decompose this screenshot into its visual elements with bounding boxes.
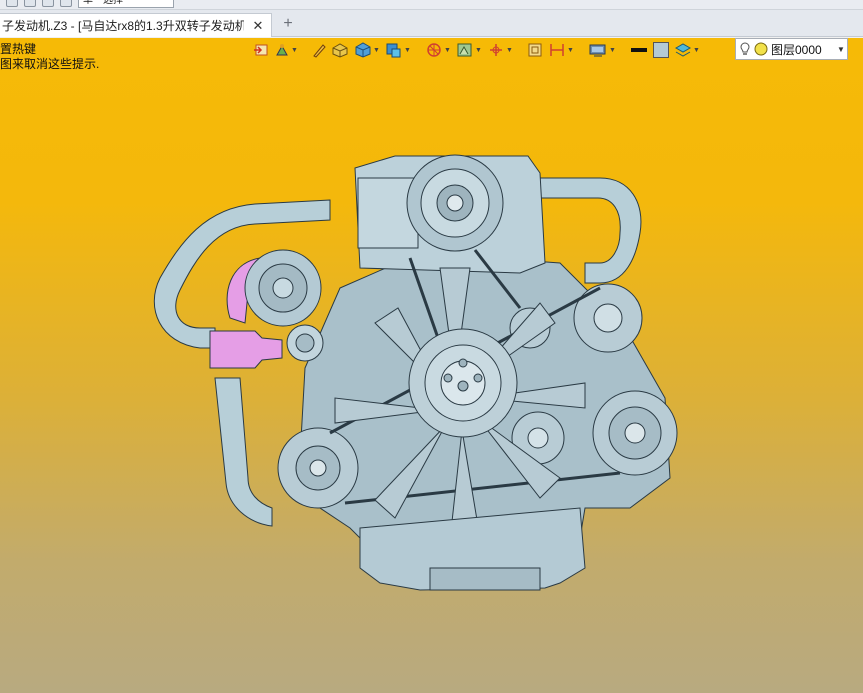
lower-pipe xyxy=(214,377,273,527)
pink-coupler xyxy=(209,330,283,369)
sump xyxy=(429,567,541,591)
document-tab-bar: 子发动机.Z3 - [马自达rx8的1.3升双转子发动机] ✕ + xyxy=(0,10,863,37)
document-tab[interactable]: 子发动机.Z3 - [马自达rx8的1.3升双转子发动机] ✕ xyxy=(0,13,272,37)
selection-filter-combo[interactable]: 单一选择 xyxy=(78,0,174,8)
close-tab-icon[interactable]: ✕ xyxy=(250,18,266,34)
engine-model[interactable] xyxy=(0,38,863,693)
quick-access-items: 单一选择 xyxy=(6,0,174,8)
undo-icon[interactable] xyxy=(24,0,36,7)
save-icon[interactable] xyxy=(60,0,72,7)
open-icon[interactable] xyxy=(6,0,18,7)
quick-access-toolbar: 单一选择 xyxy=(0,0,863,10)
redo-icon[interactable] xyxy=(42,0,54,7)
document-tab-title: 子发动机.Z3 - [马自达rx8的1.3升双转子发动机] xyxy=(2,19,244,33)
graphics-viewport[interactable]: 置热键 图来取消这些提示. ▼ ▼ ▼ ▼ ▼ ▼ ▼ ▼ ▼ 图层0000 ▼ xyxy=(0,38,863,693)
new-tab-button[interactable]: + xyxy=(278,14,298,34)
